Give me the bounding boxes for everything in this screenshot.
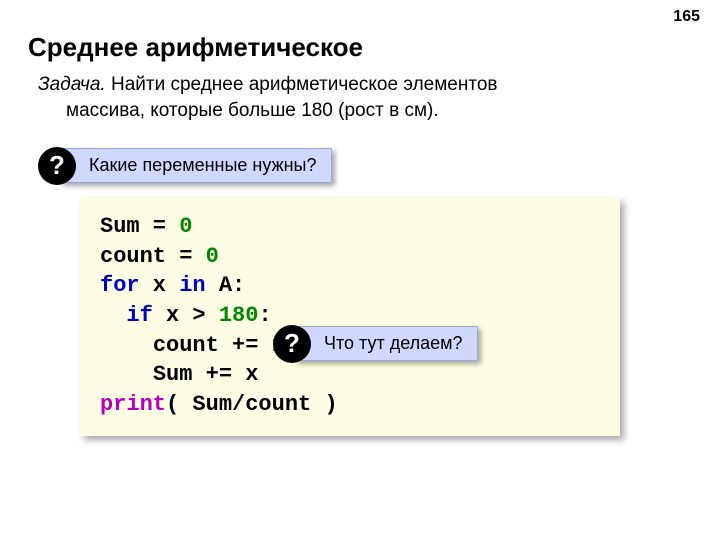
code-line-1: Sum = 0 (100, 212, 600, 242)
slide-title: Среднее арифметическое (28, 32, 363, 63)
problem-text-line2: массива, которые больше 180 (рост в см). (38, 98, 660, 124)
question-mark-icon: ? (38, 147, 76, 185)
question-mark-icon: ? (273, 325, 311, 363)
problem-text-line1: Найти среднее арифметическое элементов (106, 74, 498, 95)
code-line-2: count = 0 (100, 242, 600, 272)
code-line-7: print( Sum/count ) (100, 390, 600, 420)
callout-2-text: Что тут делаем? (295, 326, 478, 361)
code-line-3: for x in A: (100, 271, 600, 301)
code-block: Sum = 0 count = 0 for x in A: if x > 180… (80, 198, 620, 436)
problem-statement: Задача. Найти среднее арифметическое эле… (38, 72, 660, 123)
callout-2: ? Что тут делаем? (295, 326, 478, 361)
code-line-6: Sum += x (100, 360, 600, 390)
callout-1-text: Какие переменные нужны? (60, 148, 332, 183)
page-number: 165 (673, 8, 700, 26)
callout-1: ? Какие переменные нужны? (60, 148, 332, 183)
problem-label: Задача. (38, 74, 106, 95)
